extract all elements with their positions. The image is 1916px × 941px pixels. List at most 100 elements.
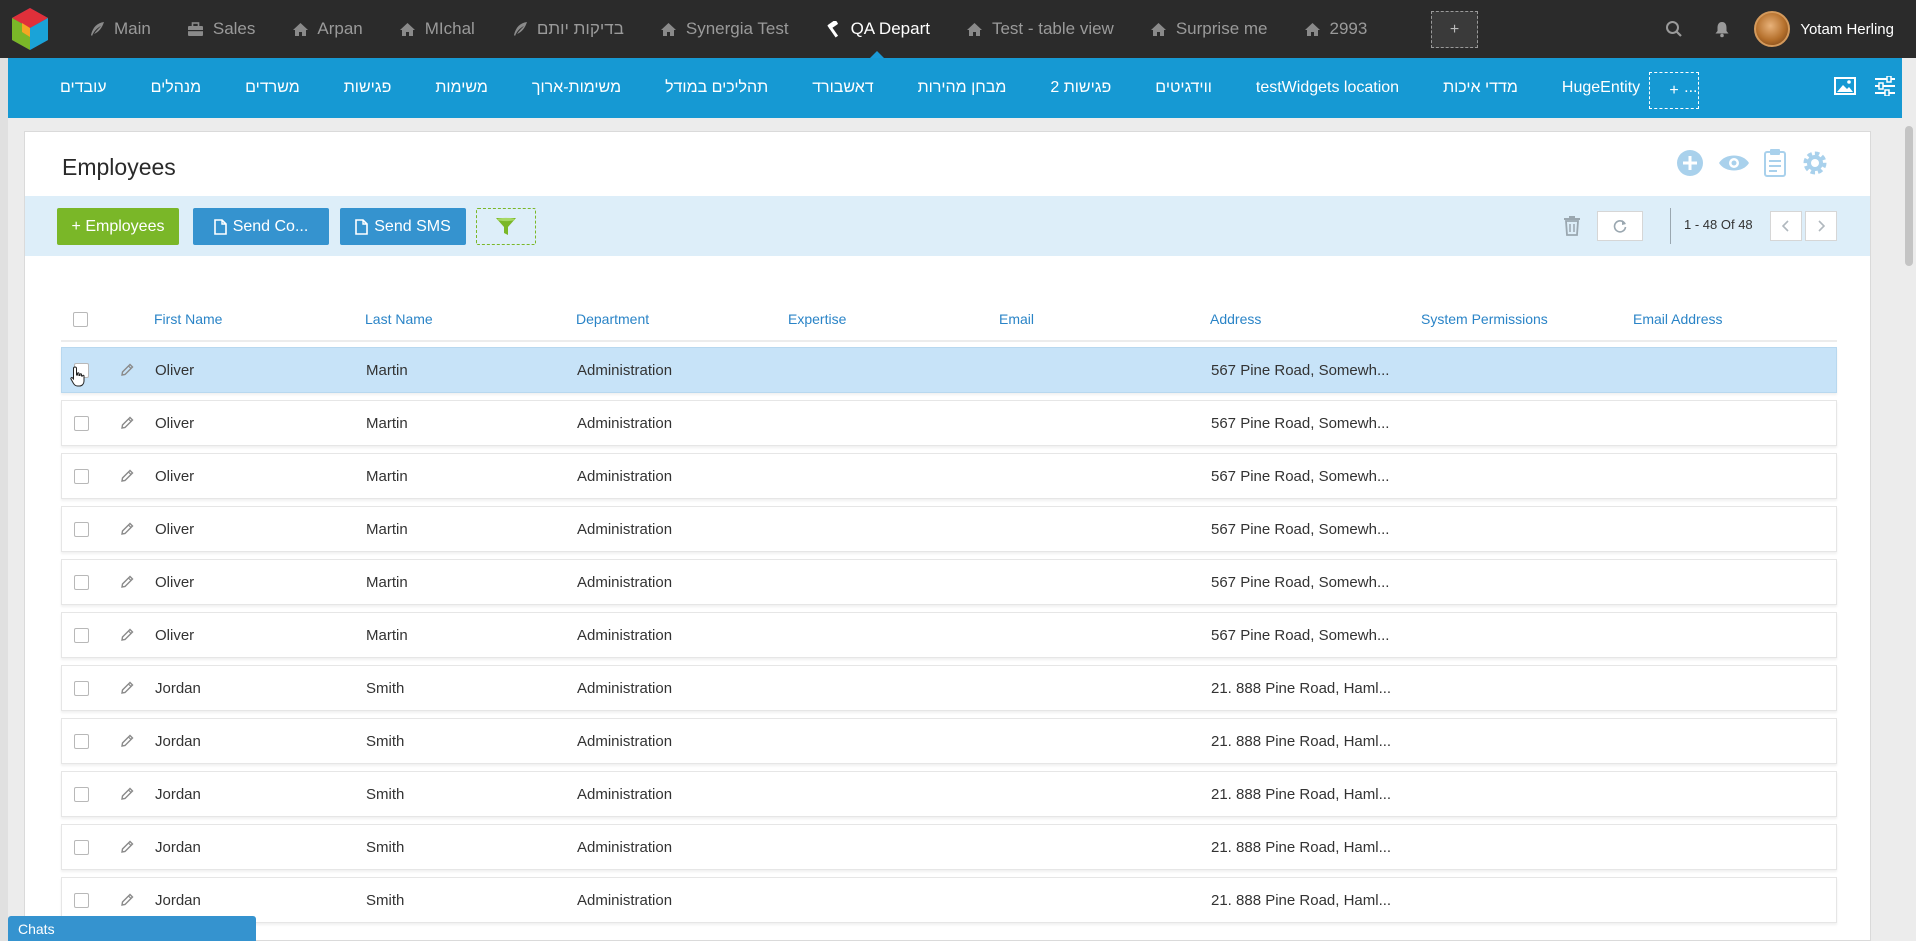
table-row[interactable]: Jordan Smith Administration 21. 888 Pine Ro… xyxy=(61,771,1837,817)
pencil-icon[interactable] xyxy=(120,681,134,700)
cell-address: 567 Pine Road, Somewh... xyxy=(1211,627,1390,644)
pencil-icon[interactable] xyxy=(120,575,134,594)
top-tab-4[interactable]: בדיקות יותם xyxy=(493,0,642,58)
add-top-tab-button[interactable]: + xyxy=(1431,11,1478,48)
top-tab-5[interactable]: Synergia Test xyxy=(642,0,807,58)
cell-address: 21. 888 Pine Road, Haml... xyxy=(1211,680,1392,697)
column-header-first-name[interactable]: First Name xyxy=(154,311,222,327)
add-circle-icon[interactable] xyxy=(1676,149,1704,182)
cell-last: Smith xyxy=(366,786,405,803)
top-tab-7[interactable]: Test - table view xyxy=(948,0,1132,58)
user-name[interactable]: Yotam Herling xyxy=(1800,21,1894,38)
top-tab-2[interactable]: Arpan xyxy=(273,0,380,58)
send-sms-button[interactable]: Send SMS xyxy=(340,208,466,245)
top-tab-label: Arpan xyxy=(317,19,363,38)
row-checkbox[interactable] xyxy=(74,469,89,484)
row-checkbox[interactable] xyxy=(74,575,89,590)
top-tab-9[interactable]: 2993 xyxy=(1285,0,1385,58)
column-header-email[interactable]: Email xyxy=(999,311,1034,327)
next-page-button[interactable] xyxy=(1805,211,1837,241)
trash-icon[interactable] xyxy=(1563,216,1581,241)
chevron-left-icon xyxy=(1782,220,1789,232)
image-icon[interactable] xyxy=(1834,76,1856,100)
sub-tab-12[interactable]: מדדי איכות xyxy=(1421,79,1540,97)
bell-icon[interactable] xyxy=(1698,0,1746,58)
column-header-email-address[interactable]: Email Address xyxy=(1633,311,1722,327)
table-row[interactable]: Jordan Smith Administration 21. 888 Pine Ro… xyxy=(61,665,1837,711)
add-employee-button[interactable]: + Employees xyxy=(57,208,179,245)
pencil-icon[interactable] xyxy=(120,893,134,912)
pencil-icon[interactable] xyxy=(120,522,134,541)
table-row[interactable]: Oliver Martin Administration 567 Pine Road,… xyxy=(61,612,1837,658)
sub-tab-8[interactable]: מבחן מהירות xyxy=(896,79,1029,97)
top-tab-8[interactable]: Surprise me xyxy=(1132,0,1286,58)
gear-icon[interactable] xyxy=(1800,148,1830,183)
row-checkbox[interactable] xyxy=(74,893,89,908)
pencil-icon[interactable] xyxy=(120,787,134,806)
cell-first: Oliver xyxy=(155,574,195,591)
row-checkbox[interactable] xyxy=(74,522,89,537)
row-checkbox[interactable] xyxy=(74,840,89,855)
feather-icon xyxy=(511,20,529,38)
cell-last: Martin xyxy=(366,574,408,591)
sub-tab-13[interactable]: HugeEntity xyxy=(1540,79,1662,97)
sub-tab-6[interactable]: תהליכים במודל xyxy=(643,79,790,97)
filter-button[interactable] xyxy=(476,208,536,245)
table-row[interactable]: Oliver Martin Administration 567 Pine Road,… xyxy=(61,559,1837,605)
column-header-system-permissions[interactable]: System Permissions xyxy=(1421,311,1548,327)
clipboard-icon[interactable] xyxy=(1764,149,1786,182)
sub-tab-3[interactable]: פגישות xyxy=(322,79,414,97)
table-row[interactable]: Jordan Smith Administration 21. 888 Pine Ro… xyxy=(61,824,1837,870)
select-all-checkbox[interactable] xyxy=(73,312,88,327)
row-checkbox[interactable] xyxy=(74,681,89,696)
sub-tab-5[interactable]: משימות-ארוך xyxy=(510,79,643,97)
table-row[interactable]: Oliver Martin Administration 567 Pine Road,… xyxy=(61,400,1837,446)
user-avatar[interactable] xyxy=(1754,11,1791,47)
sub-tab-10[interactable]: ווידגיטים xyxy=(1133,79,1234,97)
table-row[interactable]: Oliver Martin Administration 567 Pine Road,… xyxy=(61,506,1837,552)
row-checkbox[interactable] xyxy=(74,628,89,643)
cell-address: 567 Pine Road, Somewh... xyxy=(1211,468,1390,485)
column-header-address[interactable]: Address xyxy=(1210,311,1261,327)
pencil-icon[interactable] xyxy=(120,840,134,859)
page-scrollbar[interactable] xyxy=(1902,58,1916,941)
sub-tab-4[interactable]: משימות xyxy=(413,79,510,97)
row-checkbox[interactable] xyxy=(74,734,89,749)
eye-icon[interactable] xyxy=(1718,152,1750,179)
send-document-button[interactable]: Send Co... xyxy=(193,208,329,245)
row-checkbox[interactable] xyxy=(74,416,89,431)
sub-tab-0[interactable]: עובדים xyxy=(38,79,129,97)
send-document-label: Send Co... xyxy=(232,217,309,235)
scrollbar-thumb[interactable] xyxy=(1905,126,1913,266)
sub-tab-7[interactable]: דאשבורד xyxy=(790,79,895,97)
pencil-icon[interactable] xyxy=(120,469,134,488)
pencil-icon[interactable] xyxy=(120,363,134,382)
pencil-icon[interactable] xyxy=(120,628,134,647)
top-tab-label: Main xyxy=(114,19,151,38)
previous-page-button[interactable] xyxy=(1770,211,1802,241)
top-tab-0[interactable]: Main xyxy=(70,0,169,58)
pencil-icon[interactable] xyxy=(120,734,134,753)
table-row[interactable]: Oliver Martin Administration 567 Pine Road,… xyxy=(61,453,1837,499)
chats-bar[interactable]: Chats xyxy=(8,916,256,941)
sub-tab-1[interactable]: מנהלים xyxy=(129,79,224,97)
top-tab-3[interactable]: MIchal xyxy=(381,0,493,58)
column-header-department[interactable]: Department xyxy=(576,311,649,327)
add-sub-tab-button[interactable]: + xyxy=(1649,72,1699,109)
table-row[interactable]: Jordan Smith Administration 21. 888 Pine Ro… xyxy=(61,877,1837,923)
sliders-icon[interactable] xyxy=(1874,74,1896,101)
search-icon[interactable] xyxy=(1650,0,1698,58)
top-tab-1[interactable]: Sales xyxy=(169,0,274,58)
sub-tab-9[interactable]: פגישות 2 xyxy=(1028,79,1133,97)
pencil-icon[interactable] xyxy=(120,416,134,435)
sub-tab-11[interactable]: testWidgets location xyxy=(1234,79,1421,97)
refresh-button[interactable] xyxy=(1597,211,1643,241)
column-header-last-name[interactable]: Last Name xyxy=(365,311,433,327)
table-row[interactable]: Oliver Martin Administration 567 Pine Road,… xyxy=(61,347,1837,393)
sub-tab-2[interactable]: משרדים xyxy=(223,79,322,97)
column-header-expertise[interactable]: Expertise xyxy=(788,311,846,327)
app-logo-icon[interactable] xyxy=(8,6,52,52)
row-checkbox[interactable] xyxy=(74,787,89,802)
top-tab-6[interactable]: QA Depart xyxy=(807,0,948,58)
table-row[interactable]: Jordan Smith Administration 21. 888 Pine Ro… xyxy=(61,718,1837,764)
